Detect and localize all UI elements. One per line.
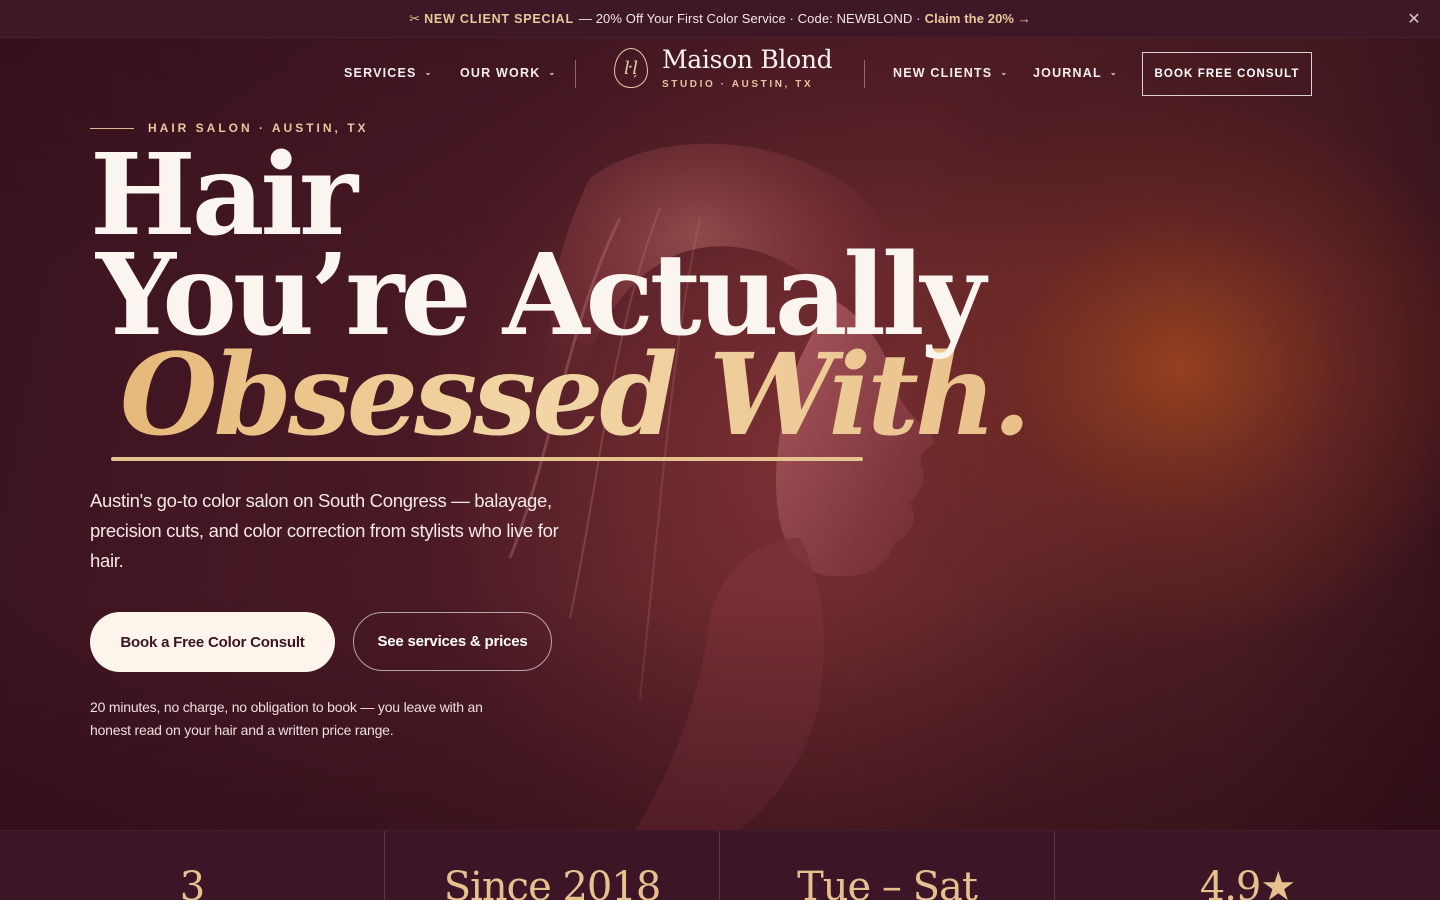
stat-item: Since 2018 xyxy=(384,831,719,900)
stat-item: 3 xyxy=(0,831,384,900)
chevron-down-icon: ⌄ xyxy=(548,67,557,77)
chevron-down-icon: ⌄ xyxy=(1109,67,1118,77)
see-services-button[interactable]: See services & prices xyxy=(353,612,552,671)
nav-journal[interactable]: JOURNAL ⌄ xyxy=(1033,66,1118,80)
nav-divider xyxy=(864,60,865,88)
book-free-consult-button[interactable]: BOOK FREE CONSULT xyxy=(1142,52,1312,96)
stats-strip: 3 Since 2018 Tue – Sat 4.9★ xyxy=(0,830,1440,900)
stat-item: 4.9★ xyxy=(1054,831,1440,900)
nav-new-clients[interactable]: NEW CLIENTS ⌄ xyxy=(893,66,1008,80)
hero-headline: Hair You’re Actually Obsessed With. xyxy=(90,140,1031,461)
eyebrow-line xyxy=(90,127,134,129)
chevron-down-icon: ⌄ xyxy=(1000,67,1009,77)
stat-value: Tue – Sat xyxy=(797,864,978,900)
nav-new-clients-label: NEW CLIENTS xyxy=(893,66,993,80)
nav-services[interactable]: SERVICES ⌄ xyxy=(344,66,433,80)
nav-our-work[interactable]: OUR WORK ⌄ xyxy=(460,66,556,80)
headline-line-3: Obsessed With. xyxy=(120,330,1031,461)
nav-divider xyxy=(575,60,576,88)
stat-value: 3 xyxy=(179,864,205,900)
stat-value: Since 2018 xyxy=(443,864,662,900)
claim-offer-link[interactable]: Claim the 20% → xyxy=(925,11,1031,26)
stat-item: Tue – Sat xyxy=(719,831,1054,900)
nav-our-work-label: OUR WORK xyxy=(460,66,541,80)
announcement-bar: ✂ NEW CLIENT SPECIAL — 20% Off Your Firs… xyxy=(0,0,1440,38)
announcement-text: — 20% Off Your First Color Service · Cod… xyxy=(578,11,921,26)
brand-logo[interactable]: ŀļ Maison Blond STUDIO · AUSTIN, TX xyxy=(614,45,833,90)
announcement-special: NEW CLIENT SPECIAL xyxy=(424,11,574,26)
brand-name: Maison Blond xyxy=(662,45,833,74)
headline-underline xyxy=(111,457,863,461)
hero-description: Austin's go-to color salon on South Cong… xyxy=(90,490,559,571)
close-icon[interactable]: ✕ xyxy=(1404,9,1424,29)
stat-value: 4.9★ xyxy=(1199,864,1296,900)
main-nav: SERVICES ⌄ OUR WORK ⌄ ŀļ Maison Blond ST… xyxy=(0,38,1440,110)
scissors-icon: ✂ xyxy=(409,10,421,26)
book-color-consult-button[interactable]: Book a Free Color Consult xyxy=(90,612,335,672)
nav-journal-label: JOURNAL xyxy=(1033,66,1102,80)
brand-tagline: STUDIO · AUSTIN, TX xyxy=(662,79,814,90)
chevron-down-icon: ⌄ xyxy=(424,67,433,77)
consult-note: 20 minutes, no charge, no obligation to … xyxy=(90,699,483,738)
logo-mark-icon: ŀļ xyxy=(614,48,648,88)
nav-services-label: SERVICES xyxy=(344,66,417,80)
